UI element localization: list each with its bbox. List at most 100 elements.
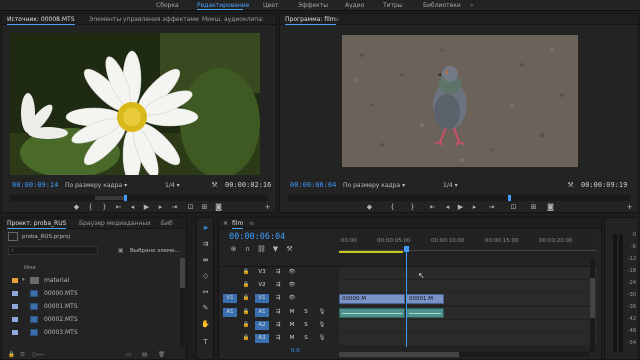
mark-in-icon[interactable]: ◆ — [72, 203, 81, 211]
go-to-in-icon[interactable]: } — [408, 203, 417, 211]
source-patch-v1[interactable]: V1 — [223, 294, 237, 303]
lock-icon[interactable]: 🔒 — [239, 281, 253, 290]
sync-lock-icon[interactable]: ⇶ — [271, 334, 285, 343]
project-search-input[interactable]: ⌕ — [8, 246, 98, 255]
time-ruler[interactable]: :00:00 00:00:05:00 00:00:10:00 00:00:15:… — [339, 232, 597, 254]
nest-icon[interactable]: ⊕ — [229, 245, 238, 253]
sync-lock-icon[interactable]: ⇶ — [271, 321, 285, 330]
microphone-icon[interactable]: 🎙 — [315, 308, 329, 317]
program-fit-dropdown[interactable]: По размеру кадра ▾ — [343, 182, 405, 189]
pen-tool-icon[interactable]: ✎ — [201, 304, 210, 312]
track-target-v1[interactable]: V1 — [255, 294, 269, 303]
eye-icon[interactable]: 👁 — [285, 268, 299, 277]
go-to-in-icon[interactable]: } — [100, 203, 109, 211]
type-tool-icon[interactable]: T — [201, 338, 210, 346]
chevron-down-icon[interactable]: ▾ — [22, 277, 25, 283]
timeline-horizontal-scrollbar[interactable] — [339, 352, 589, 357]
project-scrollbar[interactable] — [180, 258, 185, 348]
video-clip[interactable]: 00000.M — [339, 294, 405, 304]
workspace-tab-effects[interactable]: Эффекты — [298, 2, 328, 9]
program-scrubber[interactable] — [288, 195, 630, 201]
hand-tool-icon[interactable]: ✋ — [201, 320, 210, 328]
workspace-tab-audio[interactable]: Аудио — [345, 2, 364, 9]
list-item[interactable]: 00002.MTS — [6, 315, 186, 325]
step-back-frame-icon[interactable]: ◂ — [128, 203, 137, 211]
linked-selection-icon[interactable]: ⛓ — [257, 245, 266, 253]
master-volume-value[interactable]: 0.0 — [291, 348, 300, 354]
slip-tool-icon[interactable]: ↔ — [201, 288, 210, 296]
mark-out-icon[interactable]: { — [388, 203, 397, 211]
timeline-menu-icon[interactable]: ≡ — [249, 220, 254, 227]
snap-icon[interactable]: ∩ — [243, 245, 252, 253]
step-forward-frame-icon[interactable]: ▸ — [470, 203, 479, 211]
razor-tool-icon[interactable]: ◇ — [201, 272, 210, 280]
eye-icon[interactable]: 👁 — [285, 294, 299, 303]
lock-icon[interactable]: 🔒 — [8, 352, 15, 358]
timeline-vertical-scrollbar[interactable] — [590, 258, 595, 352]
list-item[interactable]: 00001.MTS — [6, 302, 186, 312]
list-item[interactable]: 00003.MTS — [6, 328, 186, 338]
program-video-frame[interactable] — [342, 35, 578, 167]
track-target-a2[interactable]: A2 — [255, 321, 269, 330]
clear-icon[interactable]: 🗑 — [158, 352, 165, 358]
tab-sequence[interactable]: film — [232, 220, 244, 229]
program-menu-icon[interactable]: ≡ — [334, 16, 339, 23]
workspace-tab-assembly[interactable]: Сборка — [156, 2, 179, 9]
source-video-frame[interactable] — [10, 33, 260, 175]
tab-media-browser[interactable]: Браузер медиаданных — [79, 220, 151, 227]
list-item[interactable]: 00000.MTS — [6, 289, 186, 299]
eye-icon[interactable]: 👁 — [285, 281, 299, 290]
track-target-a3[interactable]: A3 — [255, 334, 269, 343]
tab-project[interactable]: Проект: proba_RUS — [7, 220, 67, 229]
workspace-tab-libraries[interactable]: Библиотеки — [423, 2, 461, 9]
step-back-icon[interactable]: ⇤ — [114, 203, 123, 211]
track-lane-a2[interactable] — [339, 320, 597, 332]
track-target-a1[interactable]: A1 — [255, 308, 269, 317]
mute-button[interactable]: M — [285, 308, 299, 317]
work-area-bar[interactable] — [339, 251, 403, 253]
tab-audio-clip-mixer[interactable]: Микш. аудиоклипа: — [202, 16, 264, 23]
lock-icon[interactable]: 🔒 — [239, 321, 253, 330]
program-playhead[interactable] — [508, 195, 511, 201]
source-patch-v3[interactable] — [223, 268, 237, 277]
track-target-v3[interactable]: V3 — [255, 268, 269, 277]
sync-lock-icon[interactable]: ⇶ — [271, 268, 285, 277]
close-icon[interactable]: × — [223, 220, 228, 227]
mark-in-icon[interactable]: ◆ — [365, 203, 374, 211]
lock-icon[interactable]: 🔒 — [239, 268, 253, 277]
add-marker-icon[interactable]: ▼ — [271, 245, 280, 253]
timeline-settings-icon[interactable]: ⚒ — [285, 245, 294, 253]
source-timecode[interactable]: 00:00:09:14 — [12, 181, 58, 189]
program-timecode[interactable]: 00:00:06:04 — [290, 181, 336, 189]
solo-button[interactable]: S — [299, 321, 313, 330]
track-lane-v2[interactable] — [339, 280, 597, 292]
zoom-slider[interactable]: ○── — [32, 352, 43, 358]
source-patch-a1[interactable]: A1 — [223, 308, 237, 317]
source-patch-a2[interactable] — [223, 321, 237, 330]
tab-effect-controls[interactable]: Элементы управления эффектами — [89, 16, 199, 23]
ripple-edit-tool-icon[interactable]: ⇹ — [201, 256, 210, 264]
export-frame-icon[interactable]: ◙ — [214, 203, 223, 211]
export-frame-icon[interactable]: ◙ — [546, 203, 555, 211]
microphone-icon[interactable]: 🎙 — [315, 321, 329, 330]
lock-icon[interactable]: 🔒 — [239, 294, 253, 303]
microphone-icon[interactable]: 🎙 — [315, 334, 329, 343]
source-playhead[interactable] — [124, 195, 127, 201]
solo-button[interactable]: S — [299, 308, 313, 317]
source-settings-icon[interactable]: ⚒ — [210, 181, 219, 189]
lock-icon[interactable]: 🔒 — [239, 334, 253, 343]
overwrite-icon[interactable]: ⊞ — [200, 203, 209, 211]
go-to-out-icon[interactable]: ⇥ — [170, 203, 179, 211]
workspace-tab-color[interactable]: Цвет — [263, 2, 278, 9]
play-icon[interactable]: ▶ — [456, 203, 465, 211]
source-scrubber[interactable] — [10, 195, 268, 201]
mark-out-icon[interactable]: { — [86, 203, 95, 211]
mute-button[interactable]: M — [285, 321, 299, 330]
workspace-tab-editing[interactable]: Редактирование — [197, 2, 249, 9]
audio-clip[interactable] — [339, 308, 405, 318]
column-header-name[interactable]: Имя — [24, 265, 36, 271]
mute-button[interactable]: M — [285, 334, 299, 343]
step-back-frame-icon[interactable]: ◂ — [443, 203, 452, 211]
new-bin-icon[interactable]: ▭ — [126, 352, 131, 358]
track-select-tool-icon[interactable]: ⇉ — [201, 240, 210, 248]
